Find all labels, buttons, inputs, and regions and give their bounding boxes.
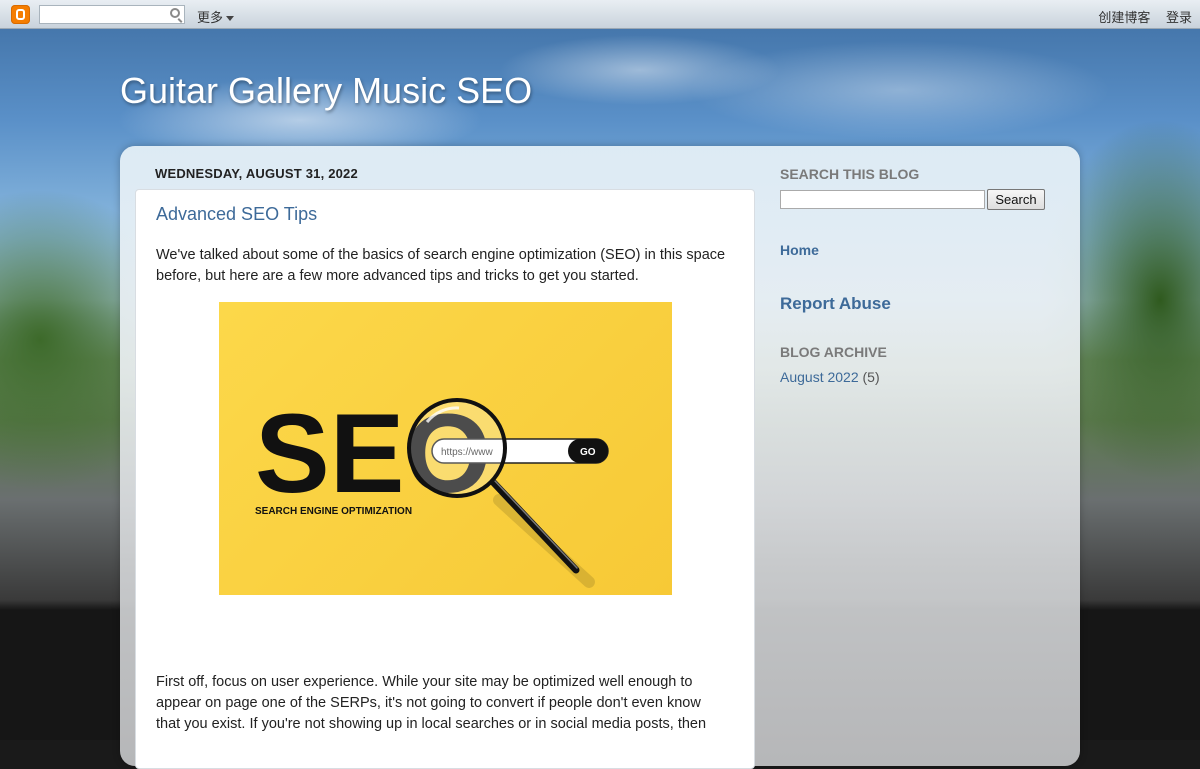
chevron-down-icon (226, 16, 235, 22)
magnifier-lens-icon (407, 398, 507, 498)
go-button-text: GO (580, 447, 596, 458)
sign-in-link[interactable]: 登录 (1166, 10, 1192, 25)
search-button[interactable]: Search (987, 189, 1045, 210)
blogger-logo-icon[interactable] (11, 5, 30, 24)
blog-archive-heading: BLOG ARCHIVE (780, 344, 887, 360)
archive-count: (5) (862, 369, 880, 385)
seo-illustration-image[interactable]: SEO SEARCH ENGINE OPTIMIZATION https://w… (219, 302, 672, 595)
home-link[interactable]: Home (780, 242, 819, 258)
post-intro-paragraph: We've talked about some of the basics of… (156, 247, 726, 284)
navbar-search-input[interactable] (39, 5, 185, 24)
seo-caption-text: SEARCH ENGINE OPTIMIZATION (255, 506, 412, 517)
archive-month-link[interactable]: August 2022 (780, 369, 859, 385)
blog-title[interactable]: Guitar Gallery Music SEO (120, 70, 532, 112)
post-title[interactable]: Advanced SEO Tips (156, 204, 317, 225)
report-abuse-link[interactable]: Report Abuse (780, 294, 891, 314)
blogger-navbar: 更多 创建博客 登录 (0, 0, 1200, 29)
search-icon[interactable] (170, 8, 180, 18)
post-date-header: WEDNESDAY, AUGUST 31, 2022 (155, 166, 358, 181)
navbar-account-links: 创建博客 登录 (1086, 7, 1192, 26)
more-menu-button[interactable]: 更多 (197, 7, 235, 26)
blog-search-input[interactable] (780, 190, 985, 209)
post-paragraph-1: First off, focus on user experience. Whi… (156, 674, 707, 732)
more-label: 更多 (197, 10, 224, 25)
magnifier-handle-highlight (494, 480, 578, 569)
archive-item: August 2022 (5) (780, 369, 880, 385)
create-blog-link[interactable]: 创建博客 (1098, 10, 1150, 25)
seo-illustration-svg: SEO SEARCH ENGINE OPTIMIZATION https://w… (255, 391, 609, 588)
magnifier-handle (489, 478, 580, 574)
search-blog-heading: SEARCH THIS BLOG (780, 166, 920, 182)
